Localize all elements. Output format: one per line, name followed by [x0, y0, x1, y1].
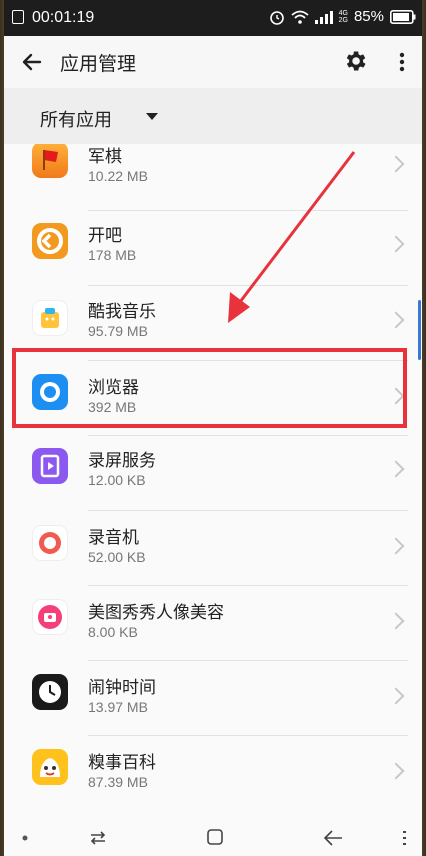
signal-icon	[314, 10, 333, 24]
app-size: 8.00 KB	[88, 624, 138, 640]
dot-icon[interactable]	[20, 830, 30, 846]
app-name: 录屏服务	[88, 451, 156, 471]
battery-icon	[390, 9, 416, 24]
status-bar: 00:01:19 4G 2G 85%	[4, 0, 422, 36]
chevron-right-icon	[387, 612, 405, 630]
qiushibaike-app-icon	[32, 749, 68, 785]
more-options-icon[interactable]	[390, 50, 414, 74]
alarm-icon	[269, 10, 284, 25]
chevron-right-icon	[387, 155, 405, 173]
caret-down-icon	[146, 113, 158, 120]
chevron-right-icon	[387, 537, 405, 555]
scroll-indicator	[418, 300, 421, 360]
app-name: 糗事百科	[88, 753, 156, 773]
app-size: 10.22 MB	[88, 168, 148, 184]
app-size: 178 MB	[88, 247, 137, 263]
app-size: 52.00 KB	[88, 549, 146, 565]
kaiba-app-icon	[32, 223, 68, 259]
chevron-right-icon	[387, 235, 405, 253]
switch-icon[interactable]	[88, 828, 108, 848]
back-nav-icon[interactable]	[322, 828, 344, 848]
app-name: 闹钟时间	[88, 678, 156, 698]
recorder-app-icon	[32, 525, 68, 561]
app-size: 87.39 MB	[88, 774, 148, 790]
home-icon[interactable]	[206, 828, 224, 846]
app-filter-dropdown[interactable]: 所有应用	[4, 88, 422, 144]
chevron-right-icon	[387, 460, 405, 478]
notification-icon	[12, 10, 24, 24]
list-item[interactable]: 录音机 52.00 KB	[4, 511, 422, 586]
browser-highlight-box	[12, 348, 407, 428]
chevron-right-icon	[387, 311, 405, 329]
network-type: 4G 2G	[338, 9, 348, 24]
app-bar: 应用管理	[4, 36, 422, 88]
gear-icon[interactable]	[342, 48, 368, 74]
app-name: 美图秀秀人像美容	[88, 603, 224, 623]
app-name: 开吧	[88, 226, 122, 246]
list-item[interactable]: 闹钟时间 13.97 MB	[4, 661, 422, 736]
app-list: 军棋 10.22 MB 开吧 178 MB 酷我音乐 95.79 MB 浏览器 …	[4, 144, 422, 820]
list-item[interactable]: 糗事百科 87.39 MB	[4, 736, 422, 811]
filter-label: 所有应用	[40, 110, 112, 131]
list-item[interactable]: 军棋 10.22 MB	[4, 144, 422, 211]
meitu-app-icon	[32, 599, 68, 635]
screen-recorder-app-icon	[32, 448, 68, 484]
status-time: 00:01:19	[32, 9, 95, 26]
navigation-bar	[4, 820, 422, 856]
list-item[interactable]: 美图秀秀人像美容 8.00 KB	[4, 586, 422, 661]
app-size: 12.00 KB	[88, 472, 146, 488]
list-item[interactable]: 开吧 178 MB	[4, 211, 422, 286]
wifi-icon	[291, 10, 309, 24]
back-arrow-icon[interactable]	[20, 50, 44, 74]
chevron-right-icon	[387, 687, 405, 705]
chevron-right-icon	[387, 762, 405, 780]
app-size: 13.97 MB	[88, 699, 148, 715]
app-name: 军棋	[88, 147, 122, 167]
page-title: 应用管理	[60, 53, 137, 75]
app-name: 录音机	[88, 528, 139, 548]
list-item[interactable]: 录屏服务 12.00 KB	[4, 436, 422, 511]
battery-percent: 85%	[353, 8, 384, 25]
screen: 00:01:19 4G 2G 85% 应用管理 所有应用 军棋 10.22 MB…	[4, 0, 422, 856]
kuwo-music-app-icon	[32, 300, 68, 336]
clock-app-icon	[32, 674, 68, 710]
junqi-app-icon	[32, 144, 68, 178]
menu-icon[interactable]	[400, 828, 408, 848]
app-size: 95.79 MB	[88, 323, 148, 339]
app-name: 酷我音乐	[88, 302, 156, 322]
